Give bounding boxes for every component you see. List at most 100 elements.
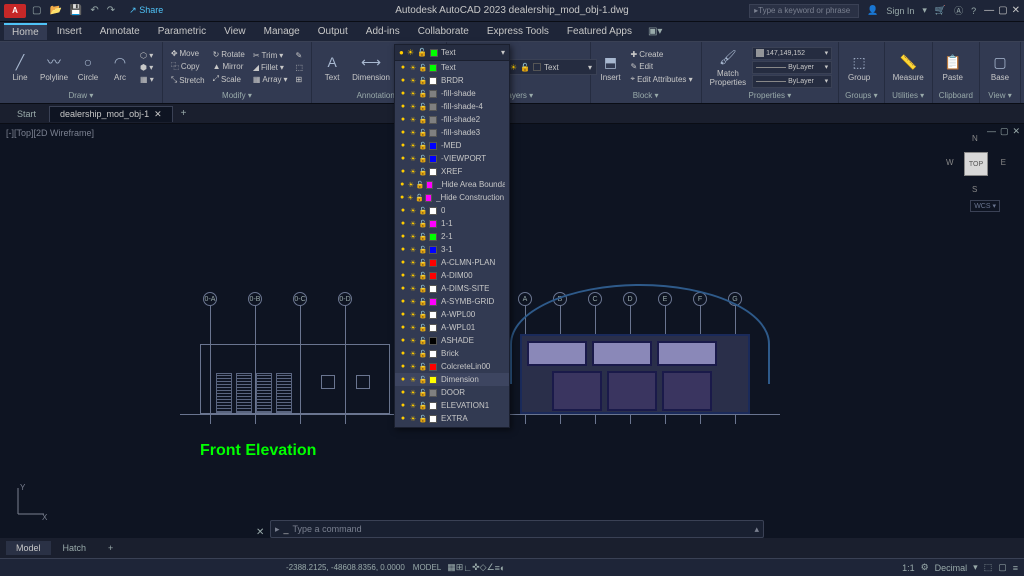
modify-extra-1[interactable]: ✎ <box>294 50 306 61</box>
signin-button[interactable]: Sign In <box>886 6 914 16</box>
layer-item[interactable]: ●☀🔓A-CLMN-PLAN <box>395 256 509 269</box>
tab-hatch[interactable]: Hatch <box>53 541 97 555</box>
maximize-icon[interactable]: ▢ <box>998 5 1007 16</box>
qat-new-icon[interactable]: ▢ <box>32 5 41 16</box>
command-line[interactable]: ▸ _ Type a command ▴ <box>270 520 764 538</box>
sb-clean-icon[interactable]: ▢ <box>998 562 1007 573</box>
circle-button[interactable]: ○Circle <box>74 50 102 84</box>
arc-button[interactable]: ◠Arc <box>106 50 134 84</box>
draw-more-2[interactable]: ⬢ ▾ <box>138 62 156 73</box>
mirror-button[interactable]: ▲ Mirror <box>211 61 247 72</box>
sb-custom-icon[interactable]: ≡ <box>1013 563 1018 573</box>
cmd-expand-icon[interactable]: ▴ <box>754 524 759 535</box>
layer-item[interactable]: ●☀🔓EXTRA <box>395 412 509 425</box>
tab-collaborate[interactable]: Collaborate <box>410 24 477 39</box>
layer-item[interactable]: ●☀🔓ColcreteLin00 <box>395 360 509 373</box>
color-dropdown[interactable]: 147,149,152▾ <box>752 47 832 60</box>
vc-east[interactable]: E <box>1001 158 1006 167</box>
transparency-icon[interactable]: ◐ <box>500 563 505 573</box>
ortho-icon[interactable]: ∟ <box>463 563 472 573</box>
tab-parametric[interactable]: Parametric <box>150 24 214 39</box>
vc-south[interactable]: S <box>972 185 977 194</box>
draw-more-1[interactable]: ⬡ ▾ <box>138 50 156 61</box>
layer-item[interactable]: ●☀🔓DOOR <box>395 386 509 399</box>
paste-button[interactable]: 📋Paste <box>939 50 967 84</box>
tab-add[interactable]: + <box>98 541 123 555</box>
dimension-button[interactable]: ⟷Dimension <box>350 50 392 84</box>
modify-extra-2[interactable]: ⬚ <box>294 62 306 73</box>
qat-save-icon[interactable]: 💾 <box>70 5 82 16</box>
layer-item[interactable]: ●☀🔓Brick <box>395 347 509 360</box>
cart-icon[interactable]: 🛒 <box>935 5 946 16</box>
group-button[interactable]: ⬚Group <box>845 50 873 84</box>
text-button[interactable]: AText <box>318 50 346 84</box>
stretch-button[interactable]: ⤡ Stretch <box>169 74 207 86</box>
layer-item[interactable]: ●☀🔓3-1 <box>395 243 509 256</box>
trim-button[interactable]: ✂ Trim ▾ <box>251 50 290 61</box>
qat-redo-icon[interactable]: ↷ <box>107 5 115 16</box>
filetab-current[interactable]: dealership_mod_obj-1 ✕ <box>49 106 173 122</box>
vc-north[interactable]: N <box>972 134 978 143</box>
qat-open-icon[interactable]: 📂 <box>49 5 61 16</box>
edit-attributes-button[interactable]: ⌖ Edit Attributes ▾ <box>629 73 695 85</box>
tab-insert[interactable]: Insert <box>49 24 90 39</box>
snap-icon[interactable]: ⊞ <box>456 562 464 573</box>
vp-close-icon[interactable]: ✕ <box>1012 126 1020 137</box>
layer-item[interactable]: ●☀🔓A-WPL00 <box>395 308 509 321</box>
tab-model[interactable]: Model <box>6 541 51 555</box>
layer-item[interactable]: ●☀🔓1-1 <box>395 217 509 230</box>
layer-item[interactable]: ●☀🔓ASHADE <box>395 334 509 347</box>
layer-item[interactable]: ●☀🔓_Hide Area Boundaries <box>395 178 509 191</box>
layer-item[interactable]: ●☀🔓A-DIM00 <box>395 269 509 282</box>
filetab-add[interactable]: + <box>175 106 193 121</box>
layer-list[interactable]: ●☀🔓Text●☀🔓BRDR●☀🔓-fill-shade●☀🔓-fill-sha… <box>395 61 509 427</box>
cmdline-close-icon[interactable]: ✕ <box>256 527 264 538</box>
polar-icon[interactable]: ✜ <box>472 562 480 573</box>
layer-item[interactable]: ●☀🔓A-SYMB-GRID <box>395 295 509 308</box>
layer-item[interactable]: ●☀🔓BRDR <box>395 74 509 87</box>
sb-units[interactable]: Decimal <box>935 563 968 573</box>
tab-manage[interactable]: Manage <box>256 24 308 39</box>
sb-workspace-icon[interactable]: ⬚ <box>984 562 993 573</box>
linetype-dropdown[interactable]: ByLayer▾ <box>752 75 832 88</box>
sb-scale[interactable]: 1:1 <box>902 563 915 573</box>
tab-featuredapps[interactable]: Featured Apps <box>559 24 640 39</box>
wcs-dropdown[interactable]: WCS ▾ <box>970 200 1000 212</box>
grid-icon[interactable]: ▦ <box>447 562 456 573</box>
qat-undo-icon[interactable]: ↶ <box>90 5 98 16</box>
tab-addins[interactable]: Add-ins <box>358 24 408 39</box>
layer-item[interactable]: ●☀🔓0 <box>395 204 509 217</box>
space-toggle[interactable]: MODEL <box>413 563 441 572</box>
line-button[interactable]: ╱Line <box>6 50 34 84</box>
lineweight-dropdown[interactable]: ByLayer▾ <box>752 61 832 74</box>
ribbon-collapse-icon[interactable]: ▣▾ <box>648 26 662 37</box>
tab-annotate[interactable]: Annotate <box>92 24 148 39</box>
tab-expresstools[interactable]: Express Tools <box>479 24 557 39</box>
copy-button[interactable]: ⿻ Copy <box>169 60 207 73</box>
help-icon[interactable]: ? <box>971 6 976 16</box>
create-block-button[interactable]: ✚ Create <box>629 49 695 60</box>
sb-iso-icon[interactable]: ▾ <box>973 562 978 573</box>
modify-extra-3[interactable]: ⊞ <box>294 74 306 85</box>
signin-chevron-icon[interactable]: ▾ <box>922 5 927 16</box>
measure-button[interactable]: 📏Measure <box>891 50 926 84</box>
layer-item[interactable]: ●☀🔓-VIEWPORT <box>395 152 509 165</box>
layer-item[interactable]: ●☀🔓ELEVATION1 <box>395 399 509 412</box>
layer-item[interactable]: ●☀🔓FENCE <box>395 425 509 427</box>
fillet-button[interactable]: ◢ Fillet ▾ <box>251 62 290 73</box>
share-button[interactable]: ↗ Share <box>129 5 163 16</box>
move-button[interactable]: ✥ Move <box>169 48 207 59</box>
layer-item[interactable]: ●☀🔓XREF <box>395 165 509 178</box>
vc-top[interactable]: TOP <box>964 152 988 176</box>
layer-item[interactable]: ●☀🔓A-WPL01 <box>395 321 509 334</box>
insert-button[interactable]: ⬒Insert <box>597 50 625 84</box>
layer-item[interactable]: ●☀🔓-MED <box>395 139 509 152</box>
polyline-button[interactable]: 〰Polyline <box>38 50 70 84</box>
help-search[interactable]: ▸ Type a keyword or phrase <box>749 4 859 18</box>
app-menu-icon[interactable]: Ⓐ <box>954 4 963 17</box>
user-icon[interactable]: 👤 <box>867 5 878 16</box>
layer-item[interactable]: ●☀🔓A-DIMS-SITE <box>395 282 509 295</box>
drawing-canvas[interactable]: [-][Top][2D Wireframe] — ▢ ✕ 0-A 0-B 0-C… <box>0 124 1024 538</box>
tab-view[interactable]: View <box>216 24 254 39</box>
draw-more-3[interactable]: ▦ ▾ <box>138 74 156 85</box>
